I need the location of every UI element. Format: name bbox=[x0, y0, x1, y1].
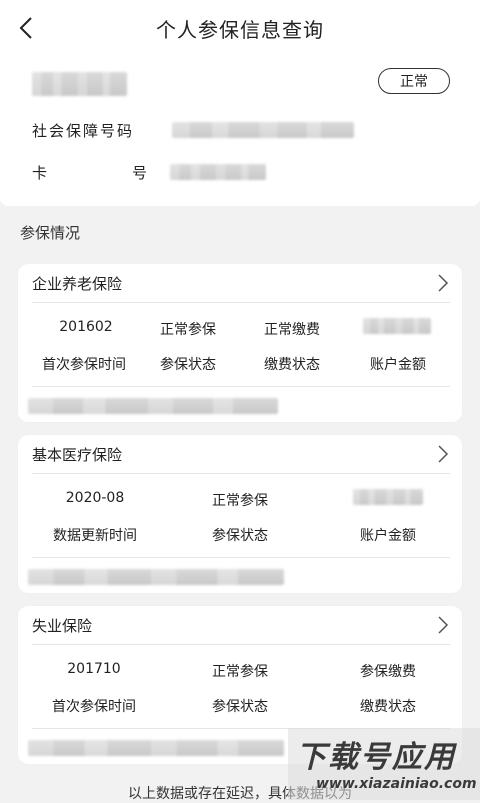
card-number-redacted bbox=[170, 164, 266, 180]
first-enroll-time-label: 首次参保时间 bbox=[52, 699, 136, 715]
personal-info-card: 正常 社会保障号码 卡 号 bbox=[0, 56, 480, 206]
first-enroll-time-label: 首次参保时间 bbox=[42, 357, 126, 373]
top-bar: 个人参保信息查询 bbox=[0, 0, 480, 56]
section-title: 参保情况 bbox=[20, 224, 81, 242]
card-title: 企业养老保险 bbox=[32, 274, 123, 293]
payment-status-value: 参保缴费 bbox=[360, 664, 416, 680]
enroll-status-label: 参保状态 bbox=[212, 699, 268, 715]
account-balance-label: 账户金额 bbox=[360, 528, 416, 544]
pension-insurance-card[interactable]: 企业养老保险 201602 正常参保 正常缴费 首次参保时间 参保状态 缴费状态… bbox=[18, 264, 462, 422]
chevron-left-icon bbox=[19, 17, 32, 39]
payment-status-label: 缴费状态 bbox=[360, 699, 416, 715]
card-note-redacted bbox=[28, 740, 284, 756]
status-badge[interactable]: 正常 bbox=[378, 68, 450, 94]
enroll-status-value: 正常参保 bbox=[212, 493, 268, 509]
card-divider bbox=[32, 386, 450, 387]
card-label-1: 卡 bbox=[32, 164, 48, 182]
medical-insurance-card[interactable]: 基本医疗保险 2020-08 正常参保 数据更新时间 参保状态 账户金额 bbox=[18, 435, 462, 593]
card-title: 基本医疗保险 bbox=[32, 445, 123, 464]
watermark-main: 下载号应用 bbox=[296, 740, 456, 775]
chevron-right-icon bbox=[438, 274, 449, 292]
account-balance-redacted bbox=[353, 489, 423, 505]
enroll-status-label: 参保状态 bbox=[160, 357, 216, 373]
ssn-value-redacted bbox=[172, 122, 354, 138]
card-divider bbox=[32, 557, 450, 558]
back-button[interactable] bbox=[12, 14, 40, 42]
name-redacted bbox=[32, 72, 127, 96]
card-header[interactable]: 基本医疗保险 bbox=[32, 435, 450, 474]
first-enroll-time-value: 201602 bbox=[59, 319, 113, 335]
page-title: 个人参保信息查询 bbox=[156, 17, 324, 42]
account-balance-label: 账户金额 bbox=[370, 357, 426, 373]
card-note-redacted bbox=[28, 398, 278, 414]
ssn-label: 社会保障号码 bbox=[32, 122, 135, 140]
watermark-sub: www.xiazainiao.com bbox=[316, 776, 477, 792]
payment-status-label: 缴费状态 bbox=[264, 357, 320, 373]
first-enroll-time-value: 201710 bbox=[67, 661, 121, 677]
enroll-status-label: 参保状态 bbox=[212, 528, 268, 544]
card-label-2: 号 bbox=[132, 164, 148, 182]
chevron-right-icon bbox=[438, 616, 449, 634]
data-update-time-value: 2020-08 bbox=[65, 490, 125, 506]
card-header[interactable]: 失业保险 bbox=[32, 606, 450, 645]
payment-status-value: 正常缴费 bbox=[264, 322, 320, 338]
account-balance-redacted bbox=[363, 318, 431, 334]
enroll-status-value: 正常参保 bbox=[160, 322, 216, 338]
chevron-right-icon bbox=[438, 445, 449, 463]
card-note-redacted bbox=[28, 569, 284, 585]
card-header[interactable]: 企业养老保险 bbox=[32, 264, 450, 303]
card-title: 失业保险 bbox=[32, 616, 93, 635]
watermark-logo: 下载号应用 www.xiazainiao.com bbox=[288, 728, 480, 800]
enroll-status-value: 正常参保 bbox=[212, 664, 268, 680]
data-update-time-label: 数据更新时间 bbox=[53, 528, 137, 544]
